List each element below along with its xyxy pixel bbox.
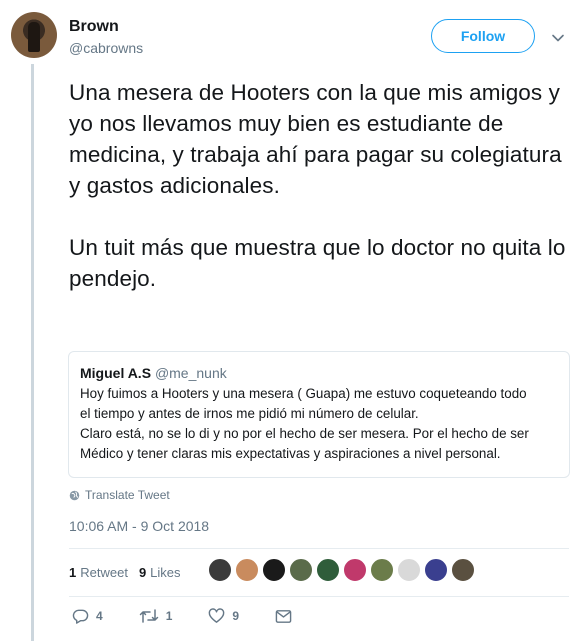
quoted-tweet[interactable]: Miguel A.S @me_nunk Hoy fuimos a Hooters… — [68, 351, 570, 478]
avatar[interactable] — [11, 12, 57, 58]
quoted-tweet-text: Hoy fuimos a Hooters y una mesera ( Guap… — [80, 384, 559, 464]
liker-avatar[interactable] — [208, 558, 232, 582]
tweet-paragraph: Una mesera de Hooters con la que mis ami… — [69, 80, 562, 198]
translate-tweet-link[interactable]: Translate Tweet — [69, 488, 170, 502]
liker-avatar[interactable] — [424, 558, 448, 582]
display-name[interactable]: Brown — [69, 18, 119, 36]
liker-avatar[interactable] — [316, 558, 340, 582]
quoted-author-name: Miguel A.S — [80, 365, 152, 381]
likes-stat[interactable]: 9 Likes — [139, 565, 181, 580]
reply-button[interactable]: 4 — [72, 608, 103, 624]
retweet-stat[interactable]: 1 Retweet — [69, 565, 128, 580]
liker-avatar[interactable] — [235, 558, 259, 582]
liker-avatar[interactable] — [289, 558, 313, 582]
direct-message-button[interactable] — [275, 609, 292, 624]
avatar-figure — [28, 22, 40, 52]
quoted-text-line: el tiempo y antes de irnos me pidió mi n… — [80, 406, 419, 421]
user-handle[interactable]: @cabrowns — [69, 40, 143, 56]
liker-avatar[interactable] — [343, 558, 367, 582]
follow-button[interactable]: Follow — [431, 19, 535, 53]
quoted-author-handle: @me_nunk — [154, 365, 227, 381]
quoted-text-line: Médico y tener claras mis expectativas y… — [80, 446, 501, 461]
divider — [69, 596, 569, 597]
thread-line — [31, 64, 34, 641]
quoted-text-line: Hoy fuimos a Hooters y una mesera ( Guap… — [80, 386, 527, 401]
reply-count: 4 — [96, 609, 103, 623]
heart-icon — [209, 608, 225, 623]
likes-stat-label: Likes — [150, 565, 181, 580]
globe-icon — [69, 490, 80, 500]
liker-avatar[interactable] — [370, 558, 394, 582]
translate-label[interactable]: Translate Tweet — [85, 488, 170, 502]
liker-avatar[interactable] — [397, 558, 421, 582]
reply-icon — [72, 609, 89, 624]
retweet-stat-label: Retweet — [80, 565, 128, 580]
likes-count: 9 — [138, 565, 147, 580]
liker-avatar[interactable] — [262, 558, 286, 582]
tweet-text: Una mesera de Hooters con la que mis ami… — [69, 77, 569, 294]
timestamp[interactable]: 10:06 AM - 9 Oct 2018 — [69, 518, 209, 534]
like-count: 9 — [232, 609, 240, 623]
retweet-button[interactable]: 1 — [139, 608, 173, 624]
chevron-down-icon[interactable] — [551, 31, 565, 45]
engagement-stats: 1 Retweet 9 Likes — [69, 565, 192, 580]
divider — [69, 548, 569, 549]
retweet-action-count: 1 — [165, 609, 173, 623]
like-button[interactable]: 9 — [208, 608, 239, 624]
tweet-actions: 4 1 9 — [72, 608, 328, 624]
tweet-paragraph: Un tuit más que muestra que lo doctor no… — [69, 235, 566, 291]
retweet-icon — [139, 609, 158, 623]
liker-avatar[interactable] — [451, 558, 475, 582]
quoted-text-line: Claro está, no se lo di y no por el hech… — [80, 426, 529, 441]
retweet-count: 1 — [69, 565, 77, 580]
direct-message-icon — [275, 609, 292, 623]
liker-avatars — [208, 558, 478, 582]
